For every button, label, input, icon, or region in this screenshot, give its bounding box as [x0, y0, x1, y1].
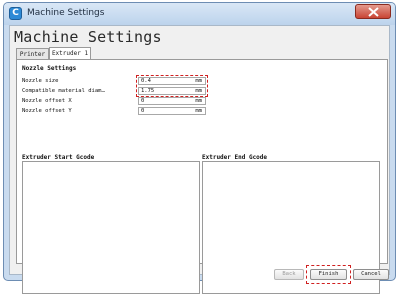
- extruder-panel: Nozzle Settings Nozzle size 0.4 mm Compa…: [16, 59, 388, 294]
- nozzle-offset-y-unit: mm: [195, 108, 202, 114]
- nozzle-offset-y-value: 0: [141, 108, 145, 114]
- window-title: Machine Settings: [27, 8, 105, 18]
- material-diameter-label: Compatible material diam…: [22, 88, 105, 94]
- back-button[interactable]: Back: [274, 269, 304, 280]
- page-title: Machine Settings: [14, 28, 162, 46]
- nozzle-offset-x-unit: mm: [195, 98, 202, 104]
- nozzle-offset-y-label: Nozzle offset Y: [22, 108, 72, 114]
- nozzle-offset-x-label: Nozzle offset X: [22, 98, 72, 104]
- close-button[interactable]: [355, 4, 391, 19]
- machine-settings-window: C Machine Settings Machine Settings Prin…: [3, 2, 396, 294]
- highlight-box-finish: [306, 265, 351, 284]
- nozzle-settings-heading: Nozzle Settings: [22, 65, 77, 72]
- title-bar: C Machine Settings: [4, 3, 395, 25]
- start-gcode-heading: Extruder Start Gcode: [22, 154, 95, 161]
- nozzle-offset-x-field[interactable]: 0 mm: [138, 97, 206, 105]
- end-gcode-heading: Extruder End Gcode: [202, 154, 268, 161]
- cancel-button[interactable]: Cancel: [353, 269, 389, 280]
- start-gcode-textarea[interactable]: [22, 161, 200, 294]
- dialog-body: Machine Settings Printer Extruder 1 Nozz…: [9, 25, 390, 294]
- close-icon: [368, 7, 379, 17]
- nozzle-size-label: Nozzle size: [22, 78, 59, 84]
- nozzle-offset-x-value: 0: [141, 98, 145, 104]
- nozzle-offset-y-field[interactable]: 0 mm: [138, 107, 206, 115]
- app-icon: C: [9, 7, 22, 20]
- highlight-box-nozzle-fields: [136, 75, 208, 97]
